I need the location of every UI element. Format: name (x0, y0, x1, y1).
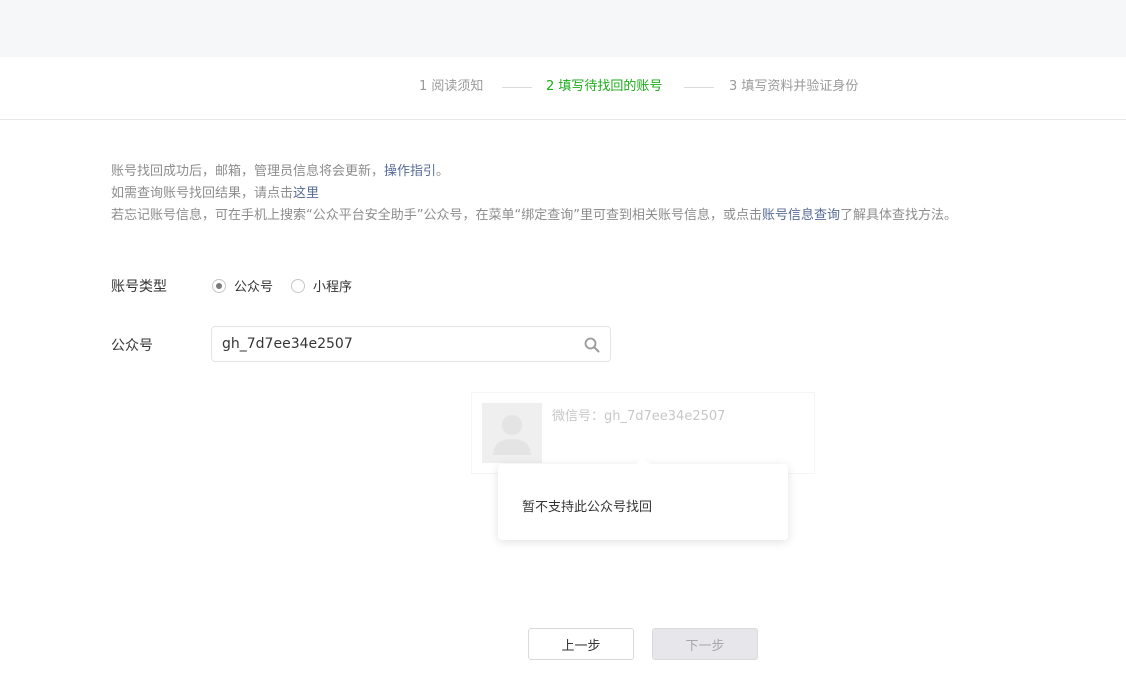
step-1: 1 阅读须知 (419, 79, 484, 94)
account-search-input[interactable] (212, 327, 572, 361)
radio-mini-program[interactable]: 小程序 (291, 276, 352, 295)
step-divider (684, 87, 714, 88)
notice-text: 账号找回成功后，邮箱，管理员信息将会更新，操作指引。 如需查询账号找回结果，请点… (111, 161, 957, 227)
account-info-query-link[interactable]: 账号信息查询 (762, 208, 840, 223)
next-step-button[interactable]: 下一步 (652, 628, 758, 660)
radio-unchecked-icon[interactable] (291, 278, 306, 293)
tooltip-arrow (636, 458, 650, 464)
step-divider (502, 87, 532, 88)
account-type-radio-group: 公众号 小程序 (212, 276, 370, 295)
top-header-bar (0, 0, 1126, 57)
step-2-active: 2 填写待找回的账号 (546, 79, 663, 94)
notice-line-1: 账号找回成功后，邮箱，管理员信息将会更新，操作指引。 (111, 161, 957, 183)
tooltip-message: 暂不支持此公众号找回 (522, 500, 653, 515)
radio-label: 公众号 (234, 280, 274, 295)
notice-line-2: 如需查询账号找回结果，请点击这里 (111, 183, 957, 205)
account-search-box (211, 326, 611, 362)
step-3: 3 填写资料并验证身份 (729, 79, 859, 94)
notice-text-segment: 。 (436, 164, 450, 179)
notice-line-3: 若忘记账号信息，可在手机上搜索“公众平台安全助手”公众号，在菜单“绑定查询”里可… (111, 205, 957, 227)
radio-label: 小程序 (313, 280, 353, 295)
prev-step-button[interactable]: 上一步 (528, 628, 634, 660)
notice-text-segment: 如需查询账号找回结果，请点击 (111, 186, 294, 201)
step-progress: 1 阅读须知 2 填写待找回的账号 3 填写资料并验证身份 (0, 57, 1126, 120)
account-field-label: 公众号 (111, 338, 153, 354)
result-wechat-id: 微信号：gh_7d7ee34e2507 (552, 409, 726, 424)
notice-text-segment: 账号找回成功后，邮箱，管理员信息将会更新， (111, 164, 385, 179)
notice-text-segment: 若忘记账号信息，可在手机上搜索“公众平台安全助手”公众号，在菜单“绑定查询”里可… (111, 208, 762, 223)
radio-official-account[interactable]: 公众号 (212, 276, 273, 295)
user-avatar-icon (482, 403, 542, 463)
result-query-link[interactable]: 这里 (293, 186, 319, 201)
unsupported-tooltip: 暂不支持此公众号找回 (498, 458, 788, 540)
notice-text-segment: 了解具体查找方法。 (839, 208, 957, 223)
guide-link[interactable]: 操作指引 (384, 164, 436, 179)
search-icon[interactable] (583, 336, 601, 354)
radio-checked-icon[interactable] (212, 278, 226, 293)
account-type-label: 账号类型 (111, 279, 167, 295)
